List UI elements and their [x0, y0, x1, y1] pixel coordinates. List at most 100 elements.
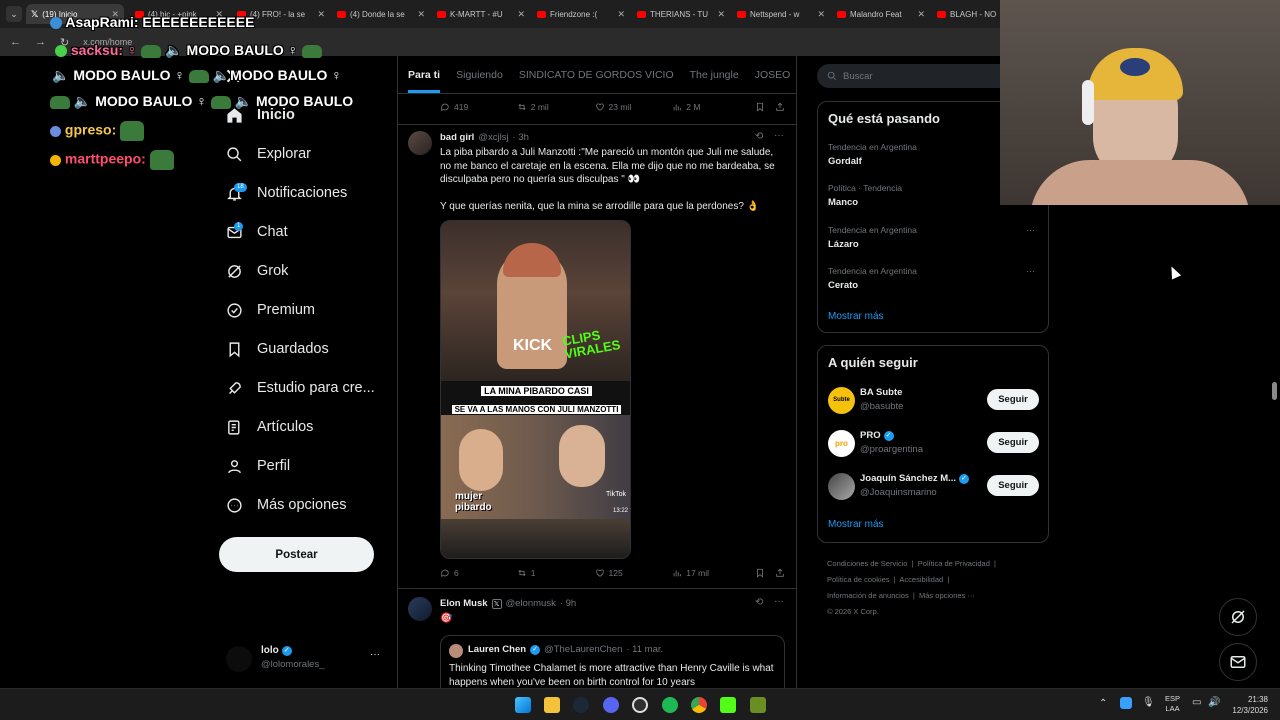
- frog-emote-icon: [141, 44, 162, 58]
- browser-tab[interactable]: THERIANS - TU ✕: [632, 4, 730, 24]
- chevron-up-icon[interactable]: ⌃: [1099, 698, 1107, 709]
- tab-for-you[interactable]: Para ti: [408, 57, 441, 93]
- follow-button[interactable]: Seguir: [987, 389, 1039, 410]
- quoted-post[interactable]: Lauren Chen ✓ @TheLaurenChen · 11 mar. T…: [440, 635, 785, 688]
- tab-list-joseo[interactable]: JOSEO: [755, 69, 791, 81]
- chat-line: 🔈 MODO BAULO ♀ 🔈MODO BAULO ♀: [52, 67, 342, 83]
- post-text: Y que querías nenita, que la mina se arr…: [440, 201, 760, 212]
- nav-premium[interactable]: Premium: [226, 297, 315, 323]
- nav-profile[interactable]: Perfil: [226, 453, 290, 479]
- repost-button[interactable]: 1: [517, 568, 595, 578]
- author-name[interactable]: bad girl: [440, 132, 474, 143]
- close-icon[interactable]: ✕: [417, 9, 425, 20]
- footer-link[interactable]: Accesibilidad: [899, 575, 943, 584]
- windows-start-icon[interactable]: [515, 697, 531, 713]
- frog-emote-icon: [149, 150, 174, 170]
- nav-grok[interactable]: Grok: [226, 258, 288, 284]
- close-icon[interactable]: ✕: [917, 9, 925, 20]
- close-icon[interactable]: ✕: [817, 9, 825, 20]
- author-handle[interactable]: @xcjlsj: [478, 132, 508, 143]
- video-frame-top: KICK CLIPS VIRALES: [441, 221, 630, 381]
- more-icon[interactable]: ···: [1026, 266, 1035, 276]
- close-icon[interactable]: ✕: [517, 9, 525, 20]
- share-icon[interactable]: [775, 102, 785, 112]
- follow-button[interactable]: Seguir: [987, 432, 1039, 453]
- footer-link[interactable]: Política de cookies: [827, 575, 890, 584]
- volume-icon[interactable]: 🔊: [1208, 697, 1220, 708]
- file-explorer-icon[interactable]: [544, 697, 560, 713]
- footer-link[interactable]: Política de Privacidad: [918, 559, 990, 568]
- author-name[interactable]: Elon Musk: [440, 598, 488, 609]
- network-icon[interactable]: ▭: [1192, 697, 1201, 708]
- account-switcher[interactable]: lolo ✓ @lolomorales_ ···: [226, 642, 386, 674]
- post[interactable]: bad girl @xcjlsj · 3h ⟲ ··· La piba piba…: [398, 125, 796, 587]
- footer-link[interactable]: Condiciones de Servicio: [827, 559, 907, 568]
- reply-button[interactable]: 6: [440, 568, 517, 578]
- trend-item[interactable]: Tendencia en Argentina Lázaro ···: [828, 225, 1040, 250]
- repost-button[interactable]: 2 mil: [517, 102, 595, 112]
- post-time[interactable]: · 9h: [560, 598, 576, 609]
- views-button[interactable]: 17 mil: [672, 568, 755, 578]
- app-icon[interactable]: [750, 697, 766, 713]
- nav-chat[interactable]: 1 Chat: [226, 219, 288, 245]
- nav-creator-studio[interactable]: Estudio para cre...: [226, 375, 375, 401]
- chrome-icon[interactable]: [691, 697, 707, 713]
- post[interactable]: Elon Musk 𝕏 @elonmusk · 9h ⟲ ··· 🎯 Laure…: [398, 589, 796, 688]
- follow-item[interactable]: pro PRO ✓ @proargentina Seguir: [828, 429, 1040, 459]
- views-button[interactable]: 2 M: [672, 102, 755, 112]
- bookmark-icon[interactable]: [755, 568, 765, 578]
- tab-list-jungle[interactable]: The jungle: [690, 69, 739, 81]
- trend-item[interactable]: Tendencia en Argentina Cerato ···: [828, 266, 1040, 291]
- messages-float-button[interactable]: [1219, 643, 1257, 681]
- search-input[interactable]: Buscar: [817, 64, 1017, 88]
- browser-tab[interactable]: K-MARTT - #U ✕: [432, 4, 530, 24]
- post-button[interactable]: Postear: [219, 537, 374, 572]
- show-more-link[interactable]: Mostrar más: [828, 519, 884, 530]
- post-video[interactable]: KICK CLIPS VIRALES LA MINA PIBARDO CASI …: [440, 220, 631, 559]
- author-handle[interactable]: @elonmusk: [506, 598, 556, 609]
- scrollbar[interactable]: [1272, 382, 1277, 400]
- browser-tab[interactable]: BLAGH - NO: [932, 4, 1000, 24]
- language-indicator[interactable]: ESP LAA: [1165, 694, 1180, 714]
- close-icon[interactable]: ✕: [717, 9, 725, 20]
- nav-more-options[interactable]: Más opciones: [226, 492, 346, 518]
- reply-button[interactable]: 419: [440, 102, 517, 112]
- nav-bookmarks[interactable]: Guardados: [226, 336, 329, 362]
- headphones-icon: [1082, 80, 1094, 125]
- discord-icon[interactable]: [603, 697, 619, 713]
- bookmark-icon[interactable]: [755, 102, 765, 112]
- like-button[interactable]: 125: [595, 568, 673, 578]
- footer-link[interactable]: Información de anuncios: [827, 591, 909, 600]
- grok-float-button[interactable]: [1219, 598, 1257, 636]
- browser-tab[interactable]: Malandro Feat ✕: [832, 4, 930, 24]
- nav-notifications[interactable]: 18 Notificaciones: [226, 180, 347, 206]
- like-button[interactable]: 23 mil: [595, 102, 673, 112]
- grok-icon[interactable]: ⟲: [755, 131, 763, 142]
- mic-icon[interactable]: 🎙: [1142, 697, 1155, 708]
- browser-tab[interactable]: Nettspend - w ✕: [732, 4, 830, 24]
- obs-icon[interactable]: [632, 697, 648, 713]
- post-time[interactable]: · 3h: [513, 132, 529, 143]
- kick-icon[interactable]: [720, 697, 736, 713]
- show-more-link[interactable]: Mostrar más: [828, 311, 884, 322]
- tray-icon[interactable]: [1120, 697, 1132, 709]
- share-icon[interactable]: [775, 568, 785, 578]
- more-icon[interactable]: ···: [774, 130, 784, 141]
- follow-item[interactable]: Joaquín Sánchez M... ✓ @Joaquinsmarino S…: [828, 472, 1040, 502]
- follow-item[interactable]: Subte BA Subte @basubte Seguir: [828, 386, 1040, 416]
- browser-tab[interactable]: Friendzone :(✕: [532, 4, 630, 24]
- tab-list-sindicato[interactable]: SINDICATO DE GORDOS VICIO: [519, 69, 674, 81]
- follow-button[interactable]: Seguir: [987, 475, 1039, 496]
- footer-link[interactable]: Más opciones ···: [919, 591, 975, 600]
- grok-icon[interactable]: ⟲: [755, 597, 763, 608]
- tab-following[interactable]: Siguiendo: [456, 69, 503, 81]
- close-icon[interactable]: ✕: [617, 9, 625, 20]
- more-icon[interactable]: ···: [774, 596, 784, 607]
- spotify-icon[interactable]: [662, 697, 678, 713]
- more-icon[interactable]: ···: [370, 649, 380, 660]
- author-handle: @TheLaurenChen: [544, 644, 623, 655]
- nav-articles[interactable]: Artículos: [226, 414, 313, 440]
- more-icon[interactable]: ···: [1026, 225, 1035, 235]
- clock[interactable]: 21:38 12/3/2026: [1228, 694, 1268, 716]
- steam-icon[interactable]: [573, 697, 589, 713]
